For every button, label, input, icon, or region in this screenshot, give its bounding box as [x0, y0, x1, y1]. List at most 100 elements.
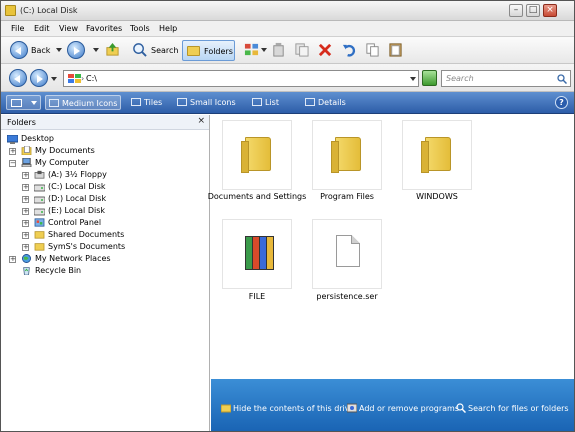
menu-file[interactable]: File: [11, 24, 24, 33]
address-separator: ›: [81, 74, 85, 83]
my-computer-icon: [21, 158, 32, 167]
expand-toggle[interactable]: +: [22, 196, 29, 203]
address-back-icon[interactable]: [9, 69, 27, 87]
tree-item-floppy-a[interactable]: + (A:) 3½ Floppy: [22, 169, 207, 181]
view-label: Medium Icons: [62, 99, 118, 108]
up-folder-icon[interactable]: [105, 42, 120, 57]
expand-toggle[interactable]: +: [22, 220, 29, 227]
tree-item-recycle-bin[interactable]: Recycle Bin: [21, 265, 207, 277]
tree-item-shared-documents[interactable]: + Shared Documents: [22, 229, 207, 241]
title-bar: (C:) Local Disk – □ ×: [1, 1, 574, 21]
copy-to-icon[interactable]: [294, 42, 309, 57]
back-history-dropdown[interactable]: [56, 48, 62, 52]
file-item[interactable]: Program Files: [311, 115, 382, 205]
minimize-button[interactable]: –: [509, 4, 523, 17]
help-icon[interactable]: ?: [555, 96, 568, 109]
views-icon[interactable]: [244, 42, 259, 57]
task-pane: Hide the contents of this drive Add or r…: [211, 379, 574, 431]
expand-toggle[interactable]: +: [9, 148, 16, 155]
close-button[interactable]: ×: [543, 4, 557, 17]
folders-icon: [187, 46, 200, 56]
menu-view[interactable]: View: [59, 24, 78, 33]
details-icon: [305, 98, 315, 106]
recycle-bin-icon: [23, 267, 30, 275]
forward-history-dropdown[interactable]: [93, 48, 99, 52]
tree-label: (E:) Local Disk: [48, 206, 105, 215]
forward-arrow-icon[interactable]: [67, 41, 85, 59]
menu-tools[interactable]: Tools: [130, 24, 150, 33]
expand-toggle[interactable]: +: [22, 184, 29, 191]
toolbar: Back Search Folders: [1, 37, 574, 64]
tree-item-local-disk-e[interactable]: + (E:) Local Disk: [22, 205, 207, 217]
expand-toggle[interactable]: +: [22, 232, 29, 239]
move-to-icon[interactable]: [271, 42, 286, 57]
control-panel-icon: [34, 218, 45, 227]
tree-label: (A:) 3½ Floppy: [48, 170, 107, 179]
search-input[interactable]: Search: [441, 70, 571, 87]
folder-icon: [221, 404, 231, 413]
task-search-files[interactable]: Search for files or folders: [456, 403, 569, 413]
address-field[interactable]: › C:\: [63, 70, 419, 87]
folder-thumbnail: [312, 120, 382, 190]
task-add-remove-programs[interactable]: Add or remove programs: [347, 403, 459, 413]
file-name: persistence.ser: [316, 292, 378, 301]
task-label: Add or remove programs: [359, 404, 459, 413]
explorer-window: (C:) Local Disk – □ × File Edit View Fav…: [0, 0, 575, 432]
folder-icon: [241, 137, 271, 173]
tree-item-control-panel[interactable]: + Control Panel: [22, 217, 207, 229]
expand-toggle[interactable]: +: [9, 256, 16, 263]
paste-icon[interactable]: [388, 42, 403, 57]
view-list[interactable]: List: [249, 95, 282, 110]
view-medium-icons[interactable]: Medium Icons: [45, 95, 122, 110]
undo-icon[interactable]: [342, 42, 357, 57]
menu-help[interactable]: Help: [159, 24, 177, 33]
books-icon: [245, 236, 274, 270]
file-item[interactable]: WINDOWS: [401, 115, 472, 205]
search-icon[interactable]: [557, 74, 567, 84]
delete-icon[interactable]: [318, 42, 333, 57]
tree-item-my-computer[interactable]: − My Computer: [9, 157, 207, 169]
tree-item-desktop[interactable]: Desktop: [7, 133, 207, 145]
tree-label: SymS's Documents: [48, 242, 126, 251]
recent-pages-dropdown[interactable]: [51, 77, 57, 81]
search-button-label[interactable]: Search: [151, 46, 178, 55]
address-forward-icon[interactable]: [30, 69, 48, 87]
file-item[interactable]: FILE: [221, 219, 293, 309]
tree-label: (C:) Local Disk: [48, 182, 106, 191]
collapse-toggle[interactable]: −: [9, 160, 16, 167]
view-small-icons[interactable]: Small Icons: [174, 95, 239, 110]
go-arrow-icon[interactable]: [422, 70, 437, 86]
tree-item-user-documents[interactable]: + SymS's Documents: [22, 241, 207, 253]
view-tiles[interactable]: Tiles: [128, 95, 165, 110]
task-hide-drive-contents[interactable]: Hide the contents of this drive: [221, 403, 354, 413]
tree-item-local-disk-c[interactable]: + (C:) Local Disk: [22, 181, 207, 193]
expand-toggle[interactable]: +: [22, 244, 29, 251]
views-dropdown[interactable]: [261, 48, 267, 52]
expand-toggle[interactable]: +: [22, 172, 29, 179]
tree-item-local-disk-d[interactable]: + (D:) Local Disk: [22, 193, 207, 205]
maximize-button[interactable]: □: [526, 4, 540, 17]
menu-favorites[interactable]: Favorites: [86, 24, 122, 33]
tree-item-my-documents[interactable]: + My Documents: [9, 145, 207, 157]
expand-toggle[interactable]: +: [22, 208, 29, 215]
file-item[interactable]: persistence.ser: [311, 219, 383, 309]
file-view: Documents and Settings Program Files WIN…: [208, 115, 574, 379]
window-layout-icon: [11, 99, 22, 107]
back-arrow-icon[interactable]: [10, 41, 28, 59]
view-details[interactable]: Details: [302, 95, 349, 110]
menu-edit[interactable]: Edit: [34, 24, 50, 33]
address-dropdown[interactable]: [410, 77, 416, 81]
medium-icons-icon: [49, 99, 59, 107]
tree-item-my-network-places[interactable]: + My Network Places: [9, 253, 207, 265]
back-button-label[interactable]: Back: [31, 46, 50, 55]
close-pane-icon[interactable]: ×: [197, 116, 205, 126]
folders-button[interactable]: Folders: [182, 40, 235, 61]
tree-label: Desktop: [21, 134, 54, 143]
address-value: C:\: [86, 74, 97, 83]
address-bar: › C:\ Search: [1, 64, 574, 92]
view-switcher-button[interactable]: [6, 95, 41, 110]
tree-label: (D:) Local Disk: [48, 194, 107, 203]
copy-icon[interactable]: [365, 42, 380, 57]
floppy-drive-icon: [34, 170, 45, 179]
search-icon[interactable]: [132, 42, 147, 57]
